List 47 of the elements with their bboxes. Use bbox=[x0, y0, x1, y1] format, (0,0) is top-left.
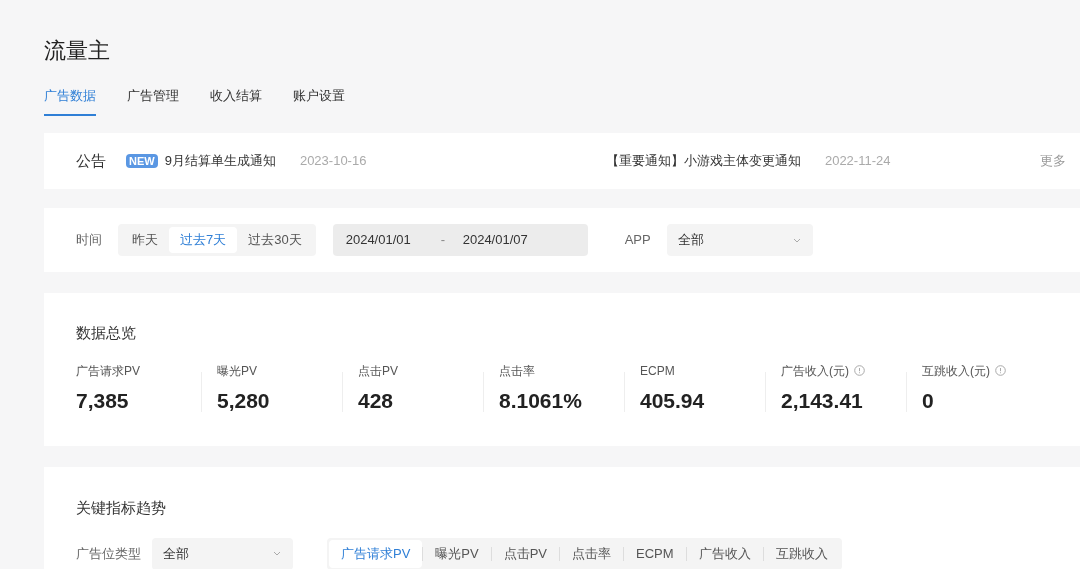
metric-tab[interactable]: 互跳收入 bbox=[763, 539, 840, 568]
metric-label: 点击率 bbox=[499, 362, 535, 380]
chevron-down-icon bbox=[792, 237, 801, 243]
metric-value: 2,143.41 bbox=[781, 387, 864, 414]
metric-value: 5,280 bbox=[217, 387, 270, 414]
ad-slot-type-label: 广告位类型 bbox=[76, 544, 141, 563]
notice-date: 2023-10-16 bbox=[299, 152, 367, 171]
metric-label: 广告收入(元) bbox=[781, 362, 849, 380]
info-icon[interactable] bbox=[995, 365, 1006, 376]
date-range-button[interactable]: 昨天 bbox=[121, 227, 169, 253]
section-title: 数据总览 bbox=[76, 323, 136, 343]
nav-tab[interactable]: 账户设置 bbox=[293, 84, 345, 116]
new-badge: NEW bbox=[126, 154, 158, 168]
metric-tab[interactable]: 曝光PV bbox=[423, 539, 491, 568]
metric-tab[interactable]: 广告收入 bbox=[686, 539, 763, 568]
nav-tab[interactable]: 广告管理 bbox=[127, 84, 179, 116]
nav-tab[interactable]: 收入结算 bbox=[210, 84, 262, 116]
section-title: 关键指标趋势 bbox=[76, 498, 166, 518]
metric-tab[interactable]: 广告请求PV bbox=[329, 539, 423, 568]
notice-date: 2022-11-24 bbox=[824, 152, 891, 171]
date-range-field[interactable]: 2024/01/01 - 2024/01/07 bbox=[332, 224, 588, 256]
metric-tab[interactable]: 点击PV bbox=[491, 539, 560, 568]
notice-label: 公告 bbox=[76, 150, 106, 171]
notice-link[interactable]: 【重要通知】小游戏主体变更通知 bbox=[605, 151, 801, 171]
metric-label: 广告请求PV bbox=[76, 362, 140, 380]
metric-tab[interactable]: ECPM bbox=[624, 539, 686, 568]
metric-tab[interactable]: 点击率 bbox=[560, 539, 624, 568]
app-label: APP bbox=[624, 231, 651, 250]
metric-value: 0 bbox=[922, 387, 935, 414]
metric-label: 曝光PV bbox=[217, 362, 257, 380]
app-select[interactable]: 全部 bbox=[666, 224, 813, 256]
metric-label: ECPM bbox=[640, 362, 675, 380]
notice-link[interactable]: 9月结算单生成通知 bbox=[164, 151, 276, 171]
chevron-down-icon bbox=[273, 551, 281, 556]
nav-tab[interactable]: 广告数据 bbox=[44, 84, 96, 116]
page-title: 流量主 bbox=[44, 37, 110, 65]
metric-value: 7,385 bbox=[76, 387, 130, 414]
metric-label: 点击PV bbox=[358, 362, 398, 380]
time-label: 时间 bbox=[76, 231, 102, 250]
metric-value: 8.1061% bbox=[499, 387, 582, 414]
ad-slot-type-select[interactable]: 全部 bbox=[152, 537, 293, 569]
info-icon[interactable] bbox=[854, 365, 865, 376]
metric-value: 428 bbox=[358, 387, 395, 414]
date-range-button[interactable]: 过去30天 bbox=[237, 227, 313, 253]
metric-label: 互跳收入(元) bbox=[922, 362, 990, 380]
date-range-button[interactable]: 过去7天 bbox=[169, 227, 238, 253]
metric-value: 405.94 bbox=[640, 387, 705, 414]
